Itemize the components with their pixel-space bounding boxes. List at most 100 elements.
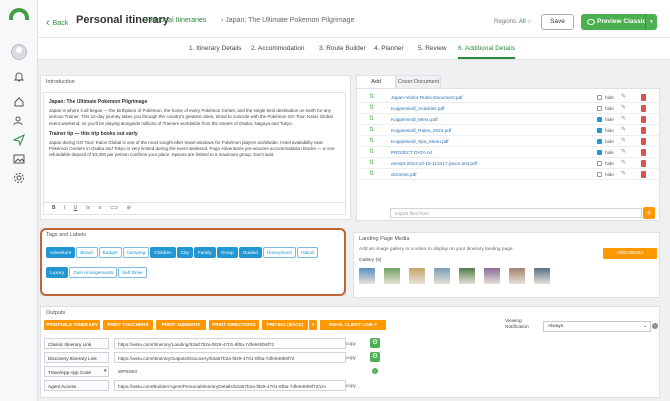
users-icon[interactable] xyxy=(13,115,25,127)
gallery-thumbnail[interactable] xyxy=(509,268,525,284)
document-name[interactable]: PROJECT DATA.txt xyxy=(391,147,432,158)
print-summary-button[interactable]: PRINT SUMMARY xyxy=(156,320,206,330)
edit-icon[interactable]: ✎ xyxy=(621,125,626,136)
printable-itinerary-button[interactable]: PRINTABLE ITINERARY xyxy=(44,320,100,330)
hide-checkbox[interactable] xyxy=(597,150,602,155)
edit-icon[interactable]: ✎ xyxy=(621,92,626,103)
download-icon[interactable]: ⇅ xyxy=(369,125,374,136)
document-name[interactable]: Koppieniedl_Rates_2024.pdf xyxy=(391,125,451,136)
bold-button[interactable]: B xyxy=(52,205,56,211)
output-row-label[interactable]: TravelApp App Code xyxy=(44,366,109,377)
info-icon[interactable]: i xyxy=(372,368,378,374)
edit-icon[interactable]: ✎ xyxy=(621,158,626,169)
gallery-thumbnail[interactable] xyxy=(434,268,450,284)
bell-icon[interactable] xyxy=(13,71,25,83)
edit-icon[interactable]: ✎ xyxy=(621,114,626,125)
print-vouchers-button[interactable]: PRINT VOUCHERS xyxy=(103,320,153,330)
email-client-link-button[interactable]: EMAIL CLIENT LINK ▾ xyxy=(320,320,386,330)
gear-icon[interactable] xyxy=(13,172,25,184)
tab-planner[interactable]: 4. Planner xyxy=(374,45,404,52)
tab-additional-details[interactable]: 6. Additional Details xyxy=(458,45,516,59)
trash-icon[interactable] xyxy=(641,149,646,156)
copy-button[interactable]: copy xyxy=(346,352,356,363)
region-filter[interactable]: Regions: All ○ xyxy=(494,19,531,25)
print-directions-button[interactable]: PRINT DIRECTIONS xyxy=(209,320,259,330)
download-icon[interactable]: ⇅ xyxy=(369,92,374,103)
home-icon[interactable] xyxy=(13,96,25,108)
document-name[interactable]: Koppieniedl_Menu.pdf xyxy=(391,114,438,125)
trash-icon[interactable] xyxy=(641,171,646,178)
document-name[interactable]: dcments.pdf xyxy=(391,169,417,180)
hide-checkbox[interactable] xyxy=(597,172,602,177)
trash-icon[interactable] xyxy=(641,138,646,145)
pricing-caret-button[interactable]: ▾ xyxy=(309,320,317,330)
copy-button[interactable]: copy xyxy=(346,338,356,349)
hide-checkbox[interactable] xyxy=(597,117,602,122)
save-button[interactable]: Save xyxy=(541,14,574,30)
chevron-down-icon[interactable]: ▾ xyxy=(104,366,107,377)
hide-checkbox[interactable] xyxy=(597,128,602,133)
add-document-button[interactable]: + xyxy=(643,207,655,219)
gallery-thumbnail[interactable] xyxy=(384,268,400,284)
document-name[interactable]: Koppieniedl_Spa_Menu.pdf xyxy=(391,136,449,147)
trash-icon[interactable] xyxy=(641,116,646,123)
clear-format-button[interactable]: ⊘ xyxy=(127,205,131,211)
output-link-field[interactable]: https://wetu.com/Itinerary/Landing/52a07… xyxy=(114,338,346,349)
region-value[interactable]: All xyxy=(519,19,526,25)
copy-button[interactable]: copy xyxy=(346,380,356,391)
hide-checkbox[interactable] xyxy=(597,161,602,166)
hide-checkbox[interactable] xyxy=(597,95,602,100)
gallery-thumbnail[interactable] xyxy=(534,268,550,284)
edit-icon[interactable]: ✎ xyxy=(621,103,626,114)
document-name[interactable]: Japan-Visitor-Rules-Document.pdf xyxy=(391,92,463,103)
link-button[interactable]: ⊂⊃ xyxy=(110,205,118,211)
underline-button[interactable]: U xyxy=(74,205,78,211)
document-name[interactable]: receipt-2024-10-15-113417-jason.test.pdf xyxy=(391,158,477,169)
gallery-thumbnail[interactable] xyxy=(359,268,375,284)
edit-icon[interactable]: ✎ xyxy=(621,147,626,158)
ordered-list-button[interactable]: ⁞≡ xyxy=(86,205,90,211)
trash-icon[interactable] xyxy=(641,94,646,101)
info-icon[interactable]: i xyxy=(652,323,658,329)
gallery-thumbnail[interactable] xyxy=(484,268,500,284)
import-input[interactable]: Import files from xyxy=(390,208,642,218)
edit-icon[interactable]: ✎ xyxy=(621,169,626,180)
avatar[interactable] xyxy=(11,44,27,60)
tab-accommodation[interactable]: 2. Accommodation xyxy=(251,45,304,52)
italic-button[interactable]: I xyxy=(64,205,65,211)
gallery-thumbnail[interactable] xyxy=(459,268,475,284)
gear-icon[interactable]: ⚙ xyxy=(370,338,380,348)
trash-icon[interactable] xyxy=(641,105,646,112)
output-link-field[interactable]: https://wetu.com/Builder/Agent/PersonalI… xyxy=(114,380,346,391)
download-icon[interactable]: ⇅ xyxy=(369,169,374,180)
tab-review[interactable]: 5. Review xyxy=(418,45,447,52)
back-link[interactable]: Back xyxy=(46,17,69,29)
gallery-thumbnail[interactable] xyxy=(409,268,425,284)
download-icon[interactable]: ⇅ xyxy=(369,114,374,125)
tab-cover-document[interactable]: Cover Document xyxy=(396,75,441,88)
download-icon[interactable]: ⇅ xyxy=(369,103,374,114)
breadcrumb-link[interactable]: Personal Itineraries xyxy=(146,17,206,24)
download-icon[interactable]: ⇅ xyxy=(369,158,374,169)
send-icon[interactable] xyxy=(12,133,25,147)
chevron-down-icon[interactable]: ▾ xyxy=(645,14,657,30)
tab-add-documents[interactable]: Add Documents xyxy=(356,75,396,97)
logo-icon[interactable] xyxy=(9,8,29,20)
trash-icon[interactable] xyxy=(641,160,646,167)
gear-icon[interactable]: ⚙ xyxy=(370,352,380,362)
download-icon[interactable]: ⇅ xyxy=(369,136,374,147)
viewing-notification-select[interactable]: Always ⌄ xyxy=(543,321,651,332)
bullet-list-button[interactable]: ≡ xyxy=(99,205,102,211)
hide-checkbox[interactable] xyxy=(597,139,602,144)
trash-icon[interactable] xyxy=(641,127,646,134)
document-name[interactable]: Koppieniedl_Activities.pdf xyxy=(391,103,444,114)
introduction-editor[interactable]: Japan: The Ultimate Pokémon Pilgrimage J… xyxy=(43,92,346,203)
hide-checkbox[interactable] xyxy=(597,106,602,111)
output-link-field[interactable]: https://wetu.com/ItineraryOutputs/Discov… xyxy=(114,352,346,363)
pricing-back-button[interactable]: PRICING (BACK) xyxy=(262,320,308,330)
tab-route-builder[interactable]: 3. Route Builder xyxy=(319,45,366,52)
image-icon[interactable] xyxy=(13,153,25,165)
edit-icon[interactable]: ✎ xyxy=(621,136,626,147)
download-icon[interactable]: ⇅ xyxy=(369,147,374,158)
preview-classic-button[interactable]: Preview Classic ▾ xyxy=(581,14,657,30)
